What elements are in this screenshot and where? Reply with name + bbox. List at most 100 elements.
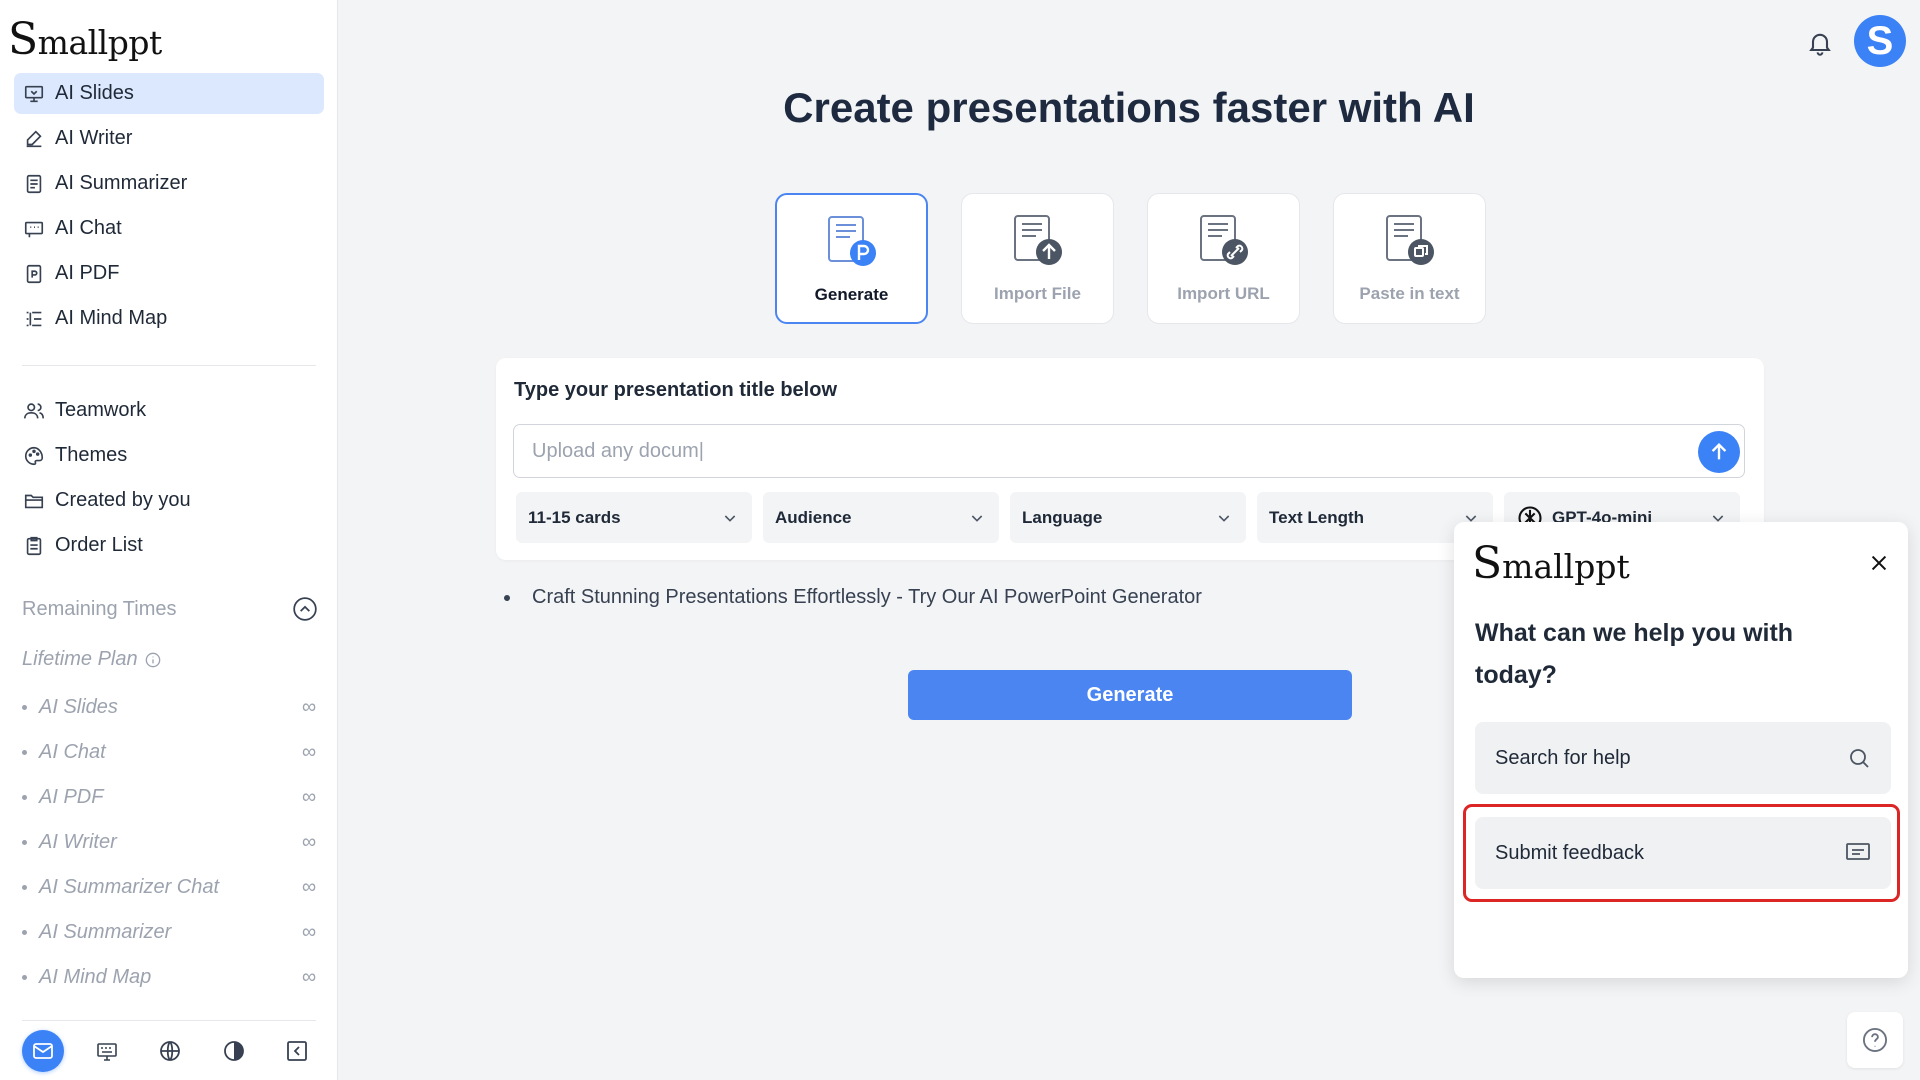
submit-title-button[interactable] (1698, 431, 1740, 473)
tab-import-file[interactable]: Import File (961, 193, 1114, 324)
sidebar-item-label: AI Summarizer (55, 172, 188, 194)
tab-label: Import URL (1177, 284, 1270, 303)
sidebar-item-ai-pdf[interactable]: AI PDF (14, 253, 324, 294)
help-popup: Smallppt What can we help you with today… (1454, 522, 1908, 978)
folder-icon (22, 489, 46, 513)
remaining-times-header[interactable]: Remaining Times (22, 596, 318, 622)
sidebar-item-label: Created by you (55, 489, 191, 511)
sidebar-item-label: AI Writer (55, 127, 133, 149)
arrow-up-icon (1708, 441, 1730, 463)
info-icon[interactable] (145, 652, 161, 668)
sidebar-divider (22, 1020, 316, 1021)
primary-nav: AI Slides AI Writer AI Summarizer AI Cha… (14, 73, 324, 343)
infinity-icon: ∞ (301, 966, 316, 988)
question-circle-icon (1861, 1026, 1889, 1054)
prompt-card-title: Type your presentation title below (514, 379, 838, 401)
search-help-button[interactable]: Search for help (1475, 722, 1891, 794)
quota-item: AI Slides ∞ (22, 696, 316, 719)
infinity-icon: ∞ (301, 696, 316, 718)
help-fab-button[interactable] (1847, 1012, 1903, 1068)
collapse-sidebar-button[interactable] (276, 1030, 318, 1072)
keyboard-icon (95, 1039, 119, 1063)
chevron-down-icon (1216, 510, 1232, 526)
sidebar: Smallppt AI Slides AI Writer AI Summariz… (0, 0, 338, 1080)
infinity-icon: ∞ (301, 741, 316, 763)
help-logo: Smallppt (1472, 538, 1630, 589)
collapse-icon (285, 1039, 309, 1063)
bell-icon (1806, 28, 1834, 58)
sidebar-divider (22, 365, 316, 366)
upload-doc-icon (1011, 214, 1065, 270)
sidebar-item-ai-slides[interactable]: AI Slides (14, 73, 324, 114)
tab-label: Generate (814, 285, 889, 304)
users-icon (22, 399, 46, 423)
sidebar-item-ai-writer[interactable]: AI Writer (14, 118, 324, 159)
sidebar-item-ai-chat[interactable]: AI Chat (14, 208, 324, 249)
tab-import-url[interactable]: Import URL (1147, 193, 1300, 324)
sidebar-bottom-bar (22, 1028, 318, 1074)
audience-select[interactable]: Audience (763, 492, 999, 543)
notifications-button[interactable] (1806, 28, 1834, 58)
quota-item: AI Summarizer ∞ (22, 921, 316, 944)
secondary-nav: Teamwork Themes Created by you Order Lis… (14, 390, 324, 570)
search-icon (1847, 746, 1871, 770)
sidebar-item-ai-mind-map[interactable]: AI Mind Map (14, 298, 324, 339)
theme-toggle-button[interactable] (213, 1030, 255, 1072)
tab-label: Import File (994, 284, 1081, 303)
card-count-select[interactable]: 11-15 cards (516, 492, 752, 543)
feedback-icon (1845, 841, 1871, 865)
generate-button[interactable]: Generate (908, 670, 1352, 720)
link-doc-icon (1197, 214, 1251, 270)
palette-icon (22, 444, 46, 468)
sidebar-item-label: AI Slides (55, 82, 134, 104)
infinity-icon: ∞ (301, 831, 316, 853)
plan-label: Lifetime Plan (22, 648, 161, 671)
document-icon (22, 172, 46, 196)
title-input-wrapper (513, 424, 1745, 478)
sidebar-item-label: AI PDF (55, 262, 120, 284)
mindmap-icon (22, 307, 46, 331)
title-input[interactable] (514, 425, 1744, 477)
tab-generate[interactable]: Generate (775, 193, 928, 324)
quota-item: AI Mind Map ∞ (22, 966, 316, 989)
app-logo[interactable]: Smallppt (8, 14, 162, 65)
mode-tabs: Generate Import File Import URL Paste in… (775, 193, 1486, 324)
chevron-down-icon (969, 510, 985, 526)
language-select[interactable]: Language (1010, 492, 1246, 543)
language-button[interactable] (149, 1030, 191, 1072)
close-help-button[interactable] (1868, 552, 1890, 574)
quota-item: AI PDF ∞ (22, 786, 316, 809)
presentation-icon (22, 82, 46, 106)
quota-item: AI Writer ∞ (22, 831, 316, 854)
infinity-icon: ∞ (301, 876, 316, 898)
sidebar-item-ai-summarizer[interactable]: AI Summarizer (14, 163, 324, 204)
avatar[interactable]: S (1854, 15, 1906, 67)
tab-paste-text[interactable]: Paste in text (1333, 193, 1486, 324)
close-icon (1868, 552, 1890, 574)
mail-button[interactable] (22, 1030, 64, 1072)
infinity-icon: ∞ (301, 786, 316, 808)
pdf-icon (22, 262, 46, 286)
tip-text: Craft Stunning Presentations Effortlessl… (532, 586, 1202, 608)
chevron-up-icon[interactable] (292, 596, 318, 622)
sidebar-item-order-list[interactable]: Order List (14, 525, 324, 566)
remaining-times-label: Remaining Times (22, 597, 177, 620)
sidebar-item-created-by-you[interactable]: Created by you (14, 480, 324, 521)
help-question: What can we help you with today? (1475, 619, 1794, 689)
sidebar-item-themes[interactable]: Themes (14, 435, 324, 476)
tab-label: Paste in text (1359, 284, 1460, 303)
mail-icon (31, 1039, 55, 1063)
paste-doc-icon (1383, 214, 1437, 270)
quota-item: AI Summarizer Chat ∞ (22, 876, 316, 899)
submit-feedback-button[interactable]: Submit feedback (1475, 817, 1891, 889)
chevron-down-icon (722, 510, 738, 526)
sidebar-item-teamwork[interactable]: Teamwork (14, 390, 324, 431)
contrast-icon (222, 1039, 246, 1063)
sidebar-item-label: Themes (55, 444, 128, 466)
chat-icon (22, 217, 46, 241)
quota-item: AI Chat ∞ (22, 741, 316, 764)
sidebar-item-label: AI Mind Map (55, 307, 168, 329)
sidebar-item-label: Teamwork (55, 399, 147, 421)
tip-list-item: Craft Stunning Presentations Effortlessl… (504, 586, 1202, 609)
keyboard-button[interactable] (86, 1030, 128, 1072)
